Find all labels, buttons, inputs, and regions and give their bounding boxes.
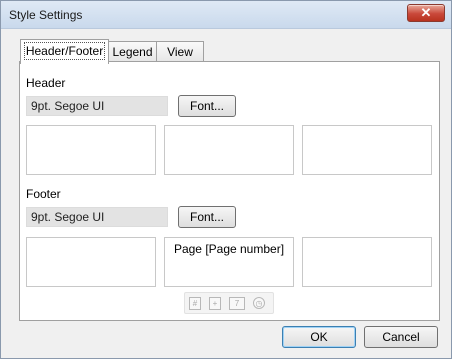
close-icon: ✕ [420, 5, 432, 20]
insert-field-toolbar: # + 7 ◷ [184, 292, 274, 314]
cancel-button[interactable]: Cancel [364, 326, 438, 348]
ok-button[interactable]: OK [282, 326, 356, 348]
header-label: Header [26, 76, 66, 90]
tab-label: Legend [112, 45, 153, 59]
footer-label: Footer [26, 187, 61, 201]
total-pages-icon[interactable]: + [209, 297, 221, 310]
footer-font-button[interactable]: Font... [178, 206, 236, 228]
header-left-field[interactable] [26, 125, 156, 175]
footer-font-display: 9pt. Segoe UI [26, 207, 168, 227]
close-button[interactable]: ✕ [407, 4, 445, 22]
time-icon[interactable]: ◷ [253, 297, 265, 309]
date-icon[interactable]: 7 [229, 297, 245, 310]
header-right-field[interactable] [302, 125, 432, 175]
tab-legend[interactable]: Legend [108, 41, 157, 63]
tab-label: View [167, 45, 193, 59]
window-title: Style Settings [9, 8, 83, 22]
tab-header-footer[interactable]: Header/Footer [20, 39, 109, 64]
header-center-field[interactable] [164, 125, 294, 175]
footer-right-field[interactable] [302, 237, 432, 287]
header-font-button[interactable]: Font... [178, 95, 236, 117]
header-font-display: 9pt. Segoe UI [26, 96, 168, 116]
footer-left-field[interactable] [26, 237, 156, 287]
tab-label: Header/Footer [23, 42, 106, 60]
title-bar: Style Settings ✕ [1, 1, 451, 29]
footer-center-field[interactable]: Page [Page number] [164, 237, 294, 287]
tab-view[interactable]: View [156, 41, 204, 63]
page-number-icon[interactable]: # [189, 297, 201, 310]
